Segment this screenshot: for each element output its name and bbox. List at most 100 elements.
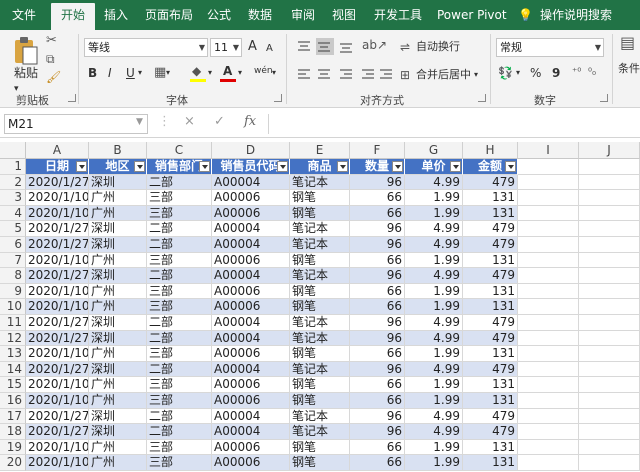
empty-cell[interactable] <box>518 393 579 409</box>
tab-developer[interactable]: 开发工具 <box>374 0 422 30</box>
cell[interactable]: 深圳 <box>89 424 147 440</box>
cell[interactable]: 深圳 <box>89 174 147 191</box>
tab-insert[interactable]: 插入 <box>104 0 128 30</box>
row-header[interactable]: 20 <box>0 455 26 471</box>
empty-cell[interactable] <box>518 159 579 175</box>
row-header[interactable]: 6 <box>0 237 26 253</box>
chevron-down-icon[interactable]: ▾ <box>166 64 170 82</box>
cell[interactable]: 三部 <box>147 283 212 300</box>
row-header[interactable]: 1 <box>0 159 26 175</box>
empty-cell[interactable] <box>518 330 579 347</box>
column-header-b[interactable]: B <box>89 142 147 159</box>
cell[interactable]: 1.99 <box>405 283 463 300</box>
chevron-down-icon[interactable]: ▾ <box>474 66 478 84</box>
cell[interactable]: 钢笔 <box>290 252 350 269</box>
filter-dropdown-icon[interactable] <box>505 161 516 172</box>
cell[interactable]: 2020/1/27 <box>26 315 89 331</box>
cell[interactable]: 二部 <box>147 174 212 191</box>
tab-file[interactable]: 文件 <box>12 0 36 30</box>
conditional-formatting-button[interactable]: 条件 <box>618 60 640 78</box>
row-header[interactable]: 9 <box>0 283 26 300</box>
cell[interactable]: 2020/1/27 <box>26 408 89 425</box>
cell[interactable]: A00006 <box>212 393 290 409</box>
row-header[interactable]: 13 <box>0 346 26 362</box>
empty-cell[interactable] <box>579 205 640 222</box>
cell[interactable]: 深圳 <box>89 330 147 347</box>
cell[interactable]: 钢笔 <box>290 377 350 393</box>
row-header[interactable]: 8 <box>0 268 26 284</box>
header-cell[interactable]: 销售部门 <box>147 159 212 175</box>
cell[interactable]: 66 <box>350 455 405 471</box>
cell[interactable]: 钢笔 <box>290 190 350 206</box>
row-header[interactable]: 10 <box>0 299 26 315</box>
cell[interactable]: 479 <box>463 361 518 378</box>
empty-cell[interactable] <box>518 299 579 315</box>
header-cell[interactable]: 地区 <box>89 159 147 175</box>
cell[interactable]: 三部 <box>147 346 212 362</box>
cell[interactable]: 笔记本 <box>290 174 350 191</box>
chevron-down-icon[interactable]: ▾ <box>208 64 212 82</box>
chevron-down-icon[interactable]: ▾ <box>272 64 276 82</box>
row-header[interactable]: 11 <box>0 315 26 331</box>
empty-cell[interactable] <box>579 159 640 175</box>
decrease-decimal-icon[interactable]: ⁰₀ <box>588 64 596 82</box>
row-header[interactable]: 18 <box>0 424 26 440</box>
cell[interactable]: 66 <box>350 346 405 362</box>
cell[interactable]: 4.99 <box>405 330 463 347</box>
empty-cell[interactable] <box>579 455 640 471</box>
merge-center-button[interactable]: 合并后居中 <box>416 66 471 84</box>
column-header-i[interactable]: I <box>518 142 579 159</box>
cell[interactable]: 1.99 <box>405 346 463 362</box>
currency-icon[interactable]: 💱 <box>498 64 513 82</box>
tab-power-pivot[interactable]: Power Pivot <box>437 0 507 30</box>
row-header[interactable]: 15 <box>0 377 26 393</box>
cell[interactable]: 广州 <box>89 439 147 456</box>
row-header[interactable]: 12 <box>0 330 26 347</box>
filter-dropdown-icon[interactable] <box>450 161 461 172</box>
filter-dropdown-icon[interactable] <box>392 161 403 172</box>
cell[interactable]: 96 <box>350 268 405 284</box>
tab-view[interactable]: 视图 <box>332 0 356 30</box>
cell[interactable]: 4.99 <box>405 424 463 440</box>
cell[interactable]: 二部 <box>147 315 212 331</box>
chevron-down-icon[interactable]: ▾ <box>238 64 242 82</box>
header-cell[interactable]: 单价 <box>405 159 463 175</box>
tab-page-layout[interactable]: 页面布局 <box>145 0 193 30</box>
header-cell[interactable]: 金额 <box>463 159 518 175</box>
empty-cell[interactable] <box>518 408 579 425</box>
cell[interactable]: 广州 <box>89 190 147 206</box>
horizontal-align-icons[interactable] <box>296 66 392 84</box>
row-header[interactable]: 14 <box>0 361 26 378</box>
cell[interactable]: 笔记本 <box>290 268 350 284</box>
cell[interactable]: 笔记本 <box>290 408 350 425</box>
cell[interactable]: A00004 <box>212 237 290 253</box>
cell[interactable]: A00006 <box>212 455 290 471</box>
orientation-icon[interactable]: ab↗ <box>362 36 387 54</box>
chevron-down-icon[interactable]: ▼ <box>136 117 143 127</box>
cell[interactable]: A00006 <box>212 190 290 206</box>
row-header[interactable]: 3 <box>0 190 26 206</box>
copy-icon[interactable]: ⧉ <box>46 50 55 68</box>
cell[interactable]: 1.99 <box>405 439 463 456</box>
header-cell[interactable]: 日期 <box>26 159 89 175</box>
row-header[interactable]: 19 <box>0 439 26 456</box>
cell[interactable]: A00004 <box>212 268 290 284</box>
cell[interactable]: 2020/1/10 <box>26 455 89 471</box>
cell[interactable]: 三部 <box>147 393 212 409</box>
cell[interactable]: A00004 <box>212 221 290 237</box>
cell[interactable]: 笔记本 <box>290 237 350 253</box>
select-all-corner[interactable] <box>0 142 26 159</box>
cell[interactable]: 96 <box>350 408 405 425</box>
cell[interactable]: 三部 <box>147 190 212 206</box>
cell[interactable]: A00006 <box>212 205 290 222</box>
empty-cell[interactable] <box>518 221 579 237</box>
empty-cell[interactable] <box>579 283 640 300</box>
cell[interactable]: 2020/1/10 <box>26 299 89 315</box>
empty-cell[interactable] <box>518 455 579 471</box>
italic-button[interactable]: I <box>108 64 112 82</box>
cell[interactable]: 131 <box>463 205 518 222</box>
shrink-font-button[interactable]: A <box>266 40 273 58</box>
empty-cell[interactable] <box>579 237 640 253</box>
tab-home[interactable]: 开始 <box>51 3 96 30</box>
cell[interactable]: 钢笔 <box>290 455 350 471</box>
